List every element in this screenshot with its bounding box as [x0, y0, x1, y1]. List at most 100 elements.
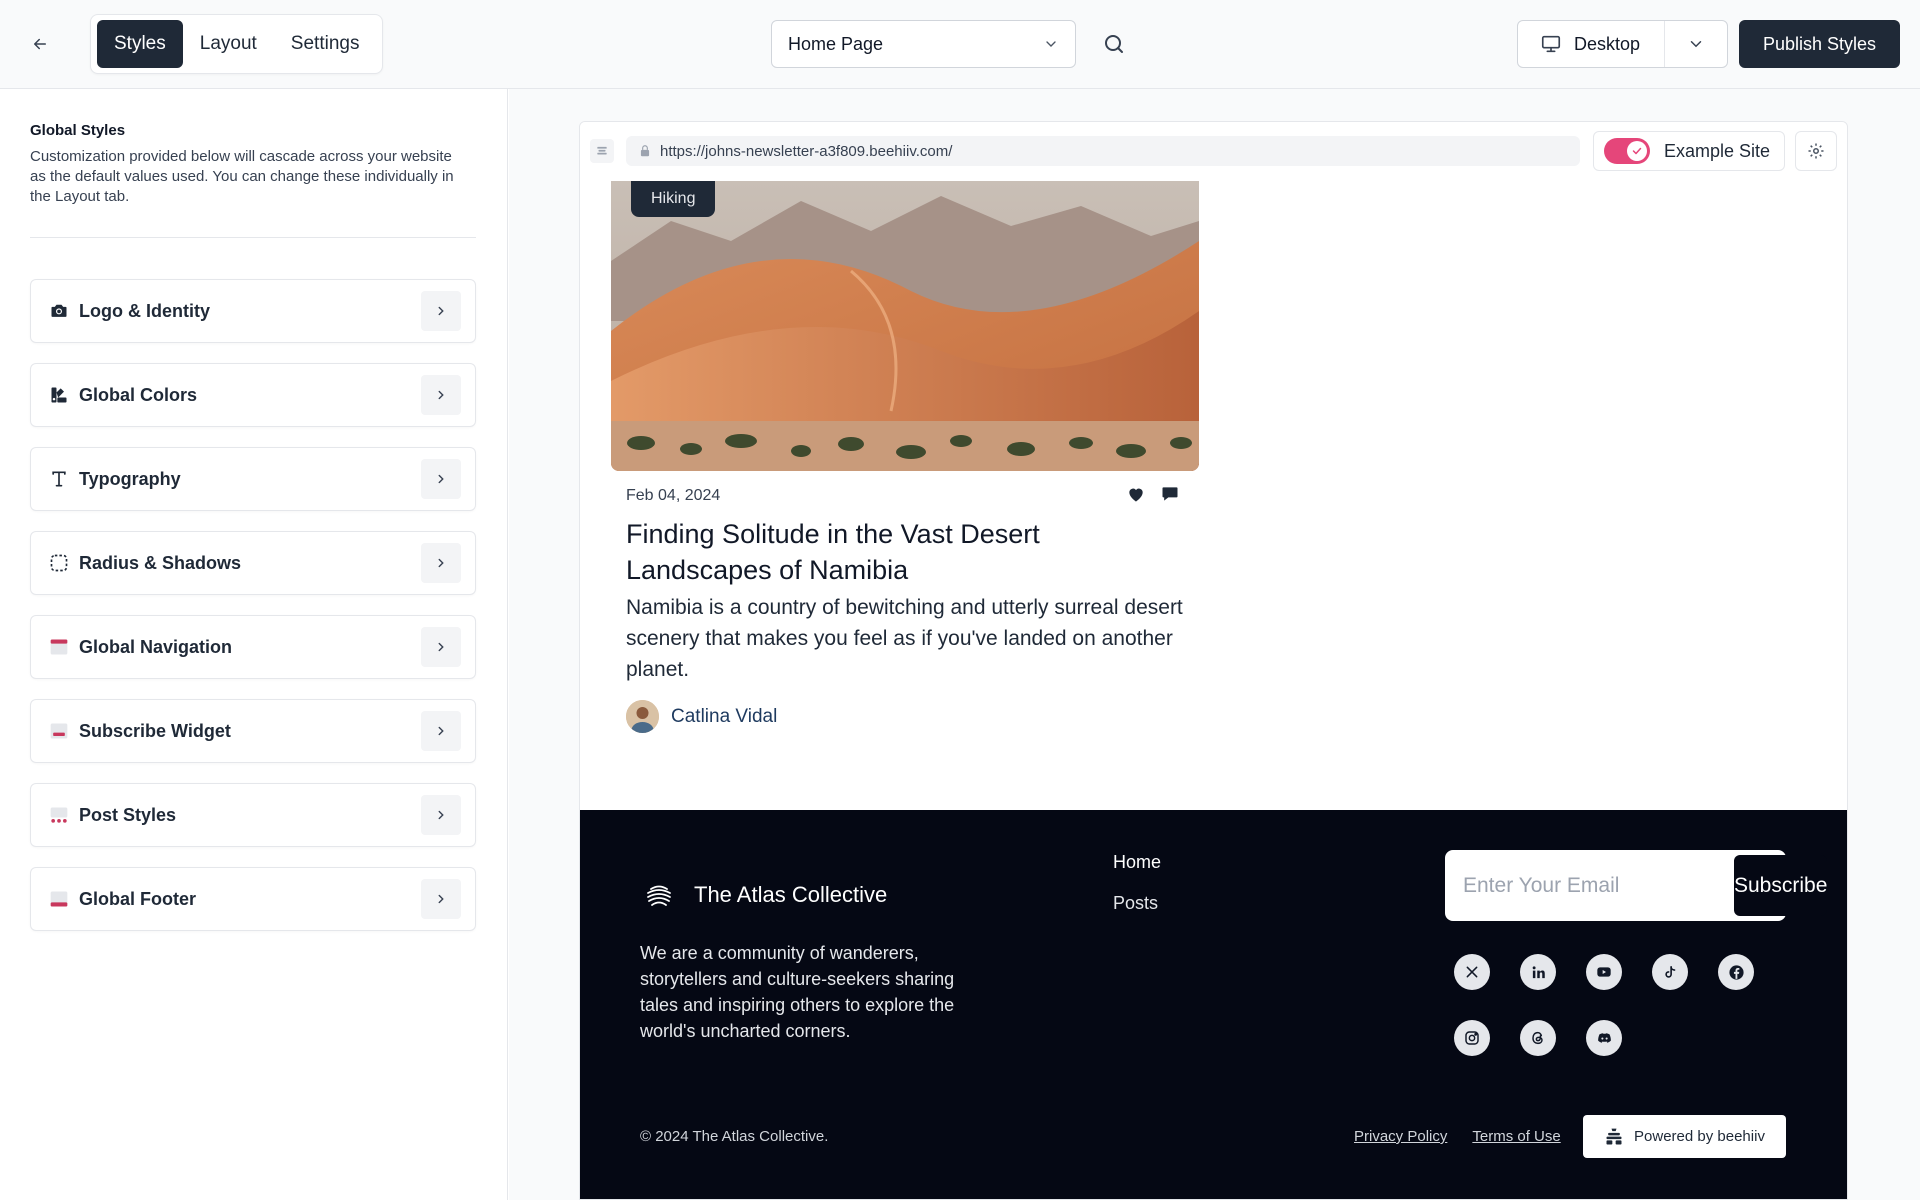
tab-layout[interactable]: Layout: [183, 20, 274, 68]
preview-settings-button[interactable]: [1795, 131, 1837, 171]
panel-label: Global Footer: [79, 888, 196, 909]
powered-by-label: Powered by beehiiv: [1634, 1128, 1765, 1145]
chevron-right-icon: [421, 459, 461, 499]
arrow-left-icon: [34, 38, 46, 50]
panel-global-navigation[interactable]: Global Navigation: [30, 615, 476, 679]
powered-by-beehiiv-badge[interactable]: Powered by beehiiv: [1583, 1115, 1786, 1158]
brand-logo-icon: [647, 885, 671, 906]
footer-legal-links: Privacy Policy Terms of Use: [1354, 1128, 1561, 1145]
check-icon: [1627, 141, 1647, 161]
footer-about: We are a community of wanderers, storyte…: [640, 943, 955, 1041]
chevron-right-icon: [421, 543, 461, 583]
editor-tabs: Styles Layout Settings: [90, 14, 384, 74]
sidebar-description: Customization provided below will cascad…: [30, 148, 454, 205]
panel-label: Global Navigation: [79, 636, 233, 657]
tiktok-icon[interactable]: [1652, 954, 1688, 990]
chevron-down-icon: [1690, 41, 1702, 48]
social-links: [1454, 954, 1774, 1056]
post-tag[interactable]: Hiking: [631, 181, 716, 217]
footer-nav-posts[interactable]: Posts: [1113, 893, 1158, 914]
footer-brand: The Atlas Collective: [644, 880, 887, 910]
threads-icon[interactable]: [1520, 1020, 1556, 1056]
device-switcher: Desktop: [1517, 20, 1728, 68]
post-actions: [1126, 484, 1180, 504]
chevron-right-icon: [421, 795, 461, 835]
footer-brand-name: The Atlas Collective: [694, 882, 888, 907]
avatar: [626, 700, 659, 733]
tab-settings[interactable]: Settings: [274, 20, 377, 68]
facebook-icon[interactable]: [1718, 954, 1754, 990]
discord-icon[interactable]: [1586, 1020, 1622, 1056]
footer-nav-home[interactable]: Home: [1113, 852, 1161, 873]
footer-copyright: © 2024 The Atlas Collective.: [640, 1128, 829, 1145]
sidebar-title: Global Styles: [30, 122, 126, 139]
chevron-right-icon: [421, 375, 461, 415]
post-author: Catlina Vidal: [626, 700, 777, 733]
privacy-policy-link[interactable]: Privacy Policy: [1354, 1128, 1447, 1145]
panel-subscribe-widget[interactable]: Subscribe Widget: [30, 699, 476, 763]
panel-radius-shadows[interactable]: Radius & Shadows: [30, 531, 476, 595]
sidebar-divider: [30, 237, 476, 238]
author-name[interactable]: Catlina Vidal: [671, 706, 777, 728]
panel-global-footer[interactable]: Global Footer: [30, 867, 476, 931]
example-site-label: Example Site: [1664, 140, 1771, 161]
page-select-value: Home Page: [788, 33, 884, 54]
footer-subscribe-form: Subscribe: [1445, 850, 1828, 921]
site-footer: The Atlas Collective We are a community …: [580, 810, 1847, 1199]
terms-of-use-link[interactable]: Terms of Use: [1472, 1128, 1560, 1145]
panel-post-styles[interactable]: Post Styles: [30, 783, 476, 847]
post-styles-icon: [47, 803, 71, 827]
example-site-toggle[interactable]: [1604, 138, 1650, 164]
email-field[interactable]: [1463, 873, 1734, 898]
page-select[interactable]: Home Page: [771, 20, 1076, 68]
tab-styles[interactable]: Styles: [97, 20, 183, 68]
panel-typography[interactable]: Typography: [30, 447, 476, 511]
youtube-icon[interactable]: [1586, 954, 1622, 990]
panel-label: Typography: [79, 468, 181, 489]
footer-icon: [47, 887, 71, 911]
post-title[interactable]: Finding Solitude in the Vast Desert Land…: [626, 516, 1186, 588]
preview-url: https://johns-newsletter-a3f809.beehiiv.…: [660, 142, 953, 160]
heart-icon[interactable]: [1126, 484, 1146, 504]
instagram-icon[interactable]: [1454, 1020, 1490, 1056]
panel-global-colors[interactable]: Global Colors: [30, 363, 476, 427]
navigation-icon: [47, 635, 71, 659]
chevron-right-icon: [421, 879, 461, 919]
chevron-right-icon: [421, 627, 461, 667]
preview-url-bar[interactable]: https://johns-newsletter-a3f809.beehiiv.…: [626, 136, 1580, 166]
chevron-right-icon: [421, 291, 461, 331]
panel-label: Subscribe Widget: [79, 720, 231, 741]
comment-icon[interactable]: [1160, 484, 1180, 504]
search-icon: [1105, 35, 1123, 53]
site-preview-frame: https://johns-newsletter-a3f809.beehiiv.…: [579, 121, 1848, 1200]
search-button[interactable]: [1098, 28, 1130, 60]
lock-icon: [640, 145, 650, 157]
publish-styles-button[interactable]: Publish Styles: [1739, 20, 1900, 68]
device-desktop-button[interactable]: Desktop: [1518, 21, 1665, 67]
palette-icon: [47, 383, 71, 407]
top-bar: Styles Layout Settings Home Page Desktop…: [0, 0, 1920, 89]
monitor-icon: [1541, 35, 1561, 53]
subscribe-widget-icon: [47, 719, 71, 743]
subscribe-button[interactable]: Subscribe: [1734, 855, 1828, 916]
chevron-down-icon: [1046, 41, 1056, 47]
panel-label: Radius & Shadows: [79, 552, 242, 573]
device-label: Desktop: [1574, 33, 1641, 54]
beehiiv-logo-icon: [1606, 1128, 1622, 1144]
back-button[interactable]: [24, 30, 56, 58]
panel-label: Global Colors: [79, 384, 198, 405]
post-cover-image[interactable]: [611, 181, 1199, 471]
example-site-control: Example Site: [1593, 131, 1785, 171]
x-icon[interactable]: [1454, 954, 1490, 990]
type-icon: [47, 467, 71, 491]
preview-browser-bar: https://johns-newsletter-a3f809.beehiiv.…: [580, 122, 1847, 180]
linkedin-icon[interactable]: [1520, 954, 1556, 990]
post-excerpt: Namibia is a country of bewitching and u…: [626, 596, 1183, 681]
camera-icon: [47, 299, 71, 323]
styles-sidebar: Global Styles Customization provided bel…: [0, 89, 508, 1200]
panel-logo-identity[interactable]: Logo & Identity: [30, 279, 476, 343]
device-dropdown-button[interactable]: [1665, 21, 1727, 67]
panel-label: Post Styles: [79, 804, 177, 825]
radius-icon: [47, 551, 71, 575]
site-favicon-icon: [590, 139, 614, 163]
